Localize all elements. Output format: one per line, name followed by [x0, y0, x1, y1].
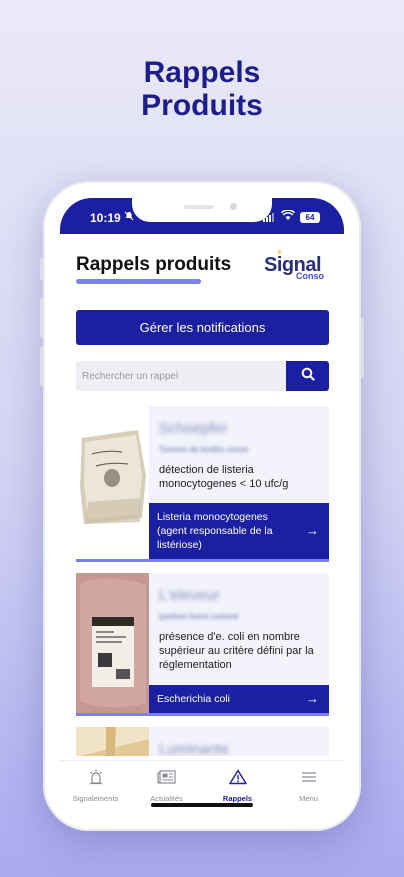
search-button[interactable] [286, 361, 329, 391]
arrow-right-icon: → [306, 691, 319, 706]
recall-brand: Luminante [159, 741, 230, 756]
speaker-grille [184, 205, 214, 209]
page-title: Rappels produits [76, 254, 232, 275]
tab-label: Signalements [72, 794, 119, 803]
status-time: 10:19 [90, 211, 121, 225]
front-camera [230, 203, 237, 210]
recall-brand: L'eleveur [159, 587, 220, 604]
search-input[interactable] [76, 361, 287, 391]
tab-label: Menu [299, 794, 318, 803]
bell-off-icon [124, 211, 134, 224]
cell-signal-icon [263, 212, 277, 222]
home-indicator[interactable] [151, 803, 253, 807]
recall-product: jambon fumé cuisiné [159, 612, 239, 621]
recall-description: présence d'e. coli en nombre supérieur a… [159, 631, 314, 671]
product-photo-partial [76, 727, 149, 756]
status-bar: 10:19 64 [60, 198, 344, 234]
tab-rappels[interactable]: Rappels [202, 769, 273, 803]
tab-signalements[interactable]: Signalements [60, 769, 131, 803]
recall-risk-band[interactable]: Escherichia coli → [149, 685, 329, 713]
recall-risk: Escherichia coli [157, 693, 230, 705]
logo-subword: Conso [296, 271, 324, 281]
promo-title-line1: Rappels [143, 56, 261, 89]
manage-notifications-button[interactable]: Gérer les notifications [76, 310, 329, 345]
recall-risk: Listeria monocytogenes (agent responsabl… [157, 511, 273, 551]
promo-title: Rappels Produits [0, 56, 404, 122]
wifi-icon [280, 209, 296, 224]
hamburger-icon [301, 772, 317, 789]
tab-label: Actualités [150, 794, 183, 803]
signalconso-logo: ✳ Signal Conso [264, 248, 330, 282]
alarm-icon [88, 770, 104, 789]
tab-actualites[interactable]: Actualités [131, 769, 202, 803]
phone-volume-down [40, 346, 43, 386]
recall-product: Tomme de brebis corse [159, 445, 249, 454]
product-photo-cheese [76, 406, 149, 559]
phone-power-button [361, 318, 364, 378]
phone-notch [132, 198, 272, 222]
recall-description: détection de listeria monocytogenes < 10… [159, 464, 289, 490]
tab-label: Rappels [222, 794, 253, 803]
title-underline [76, 279, 201, 284]
recall-list: Schoepfer Tomme de brebis corse détectio… [76, 406, 329, 756]
promo-title-line2: Produits [141, 89, 263, 122]
recall-risk-band[interactable]: Listeria monocytogenes (agent responsabl… [149, 503, 329, 559]
warning-icon [228, 769, 247, 789]
app-screen: 10:19 64 Rappels produits ✳ Signal Conso… [60, 198, 344, 814]
recall-brand: Schoepfer [159, 420, 228, 437]
newspaper-icon [156, 770, 177, 789]
search-icon [301, 367, 315, 386]
phone-volume-up [40, 298, 43, 338]
phone-mute-switch [40, 258, 43, 280]
arrow-right-icon: → [306, 523, 319, 538]
recall-card[interactable]: Luminante [76, 727, 329, 756]
tab-menu[interactable]: Menu [273, 769, 344, 803]
product-photo-ham [76, 573, 149, 713]
recall-card[interactable]: Schoepfer Tomme de brebis corse détectio… [76, 406, 329, 562]
recall-card[interactable]: L'eleveur jambon fumé cuisiné présence d… [76, 573, 329, 716]
battery-indicator: 64 [300, 212, 320, 223]
